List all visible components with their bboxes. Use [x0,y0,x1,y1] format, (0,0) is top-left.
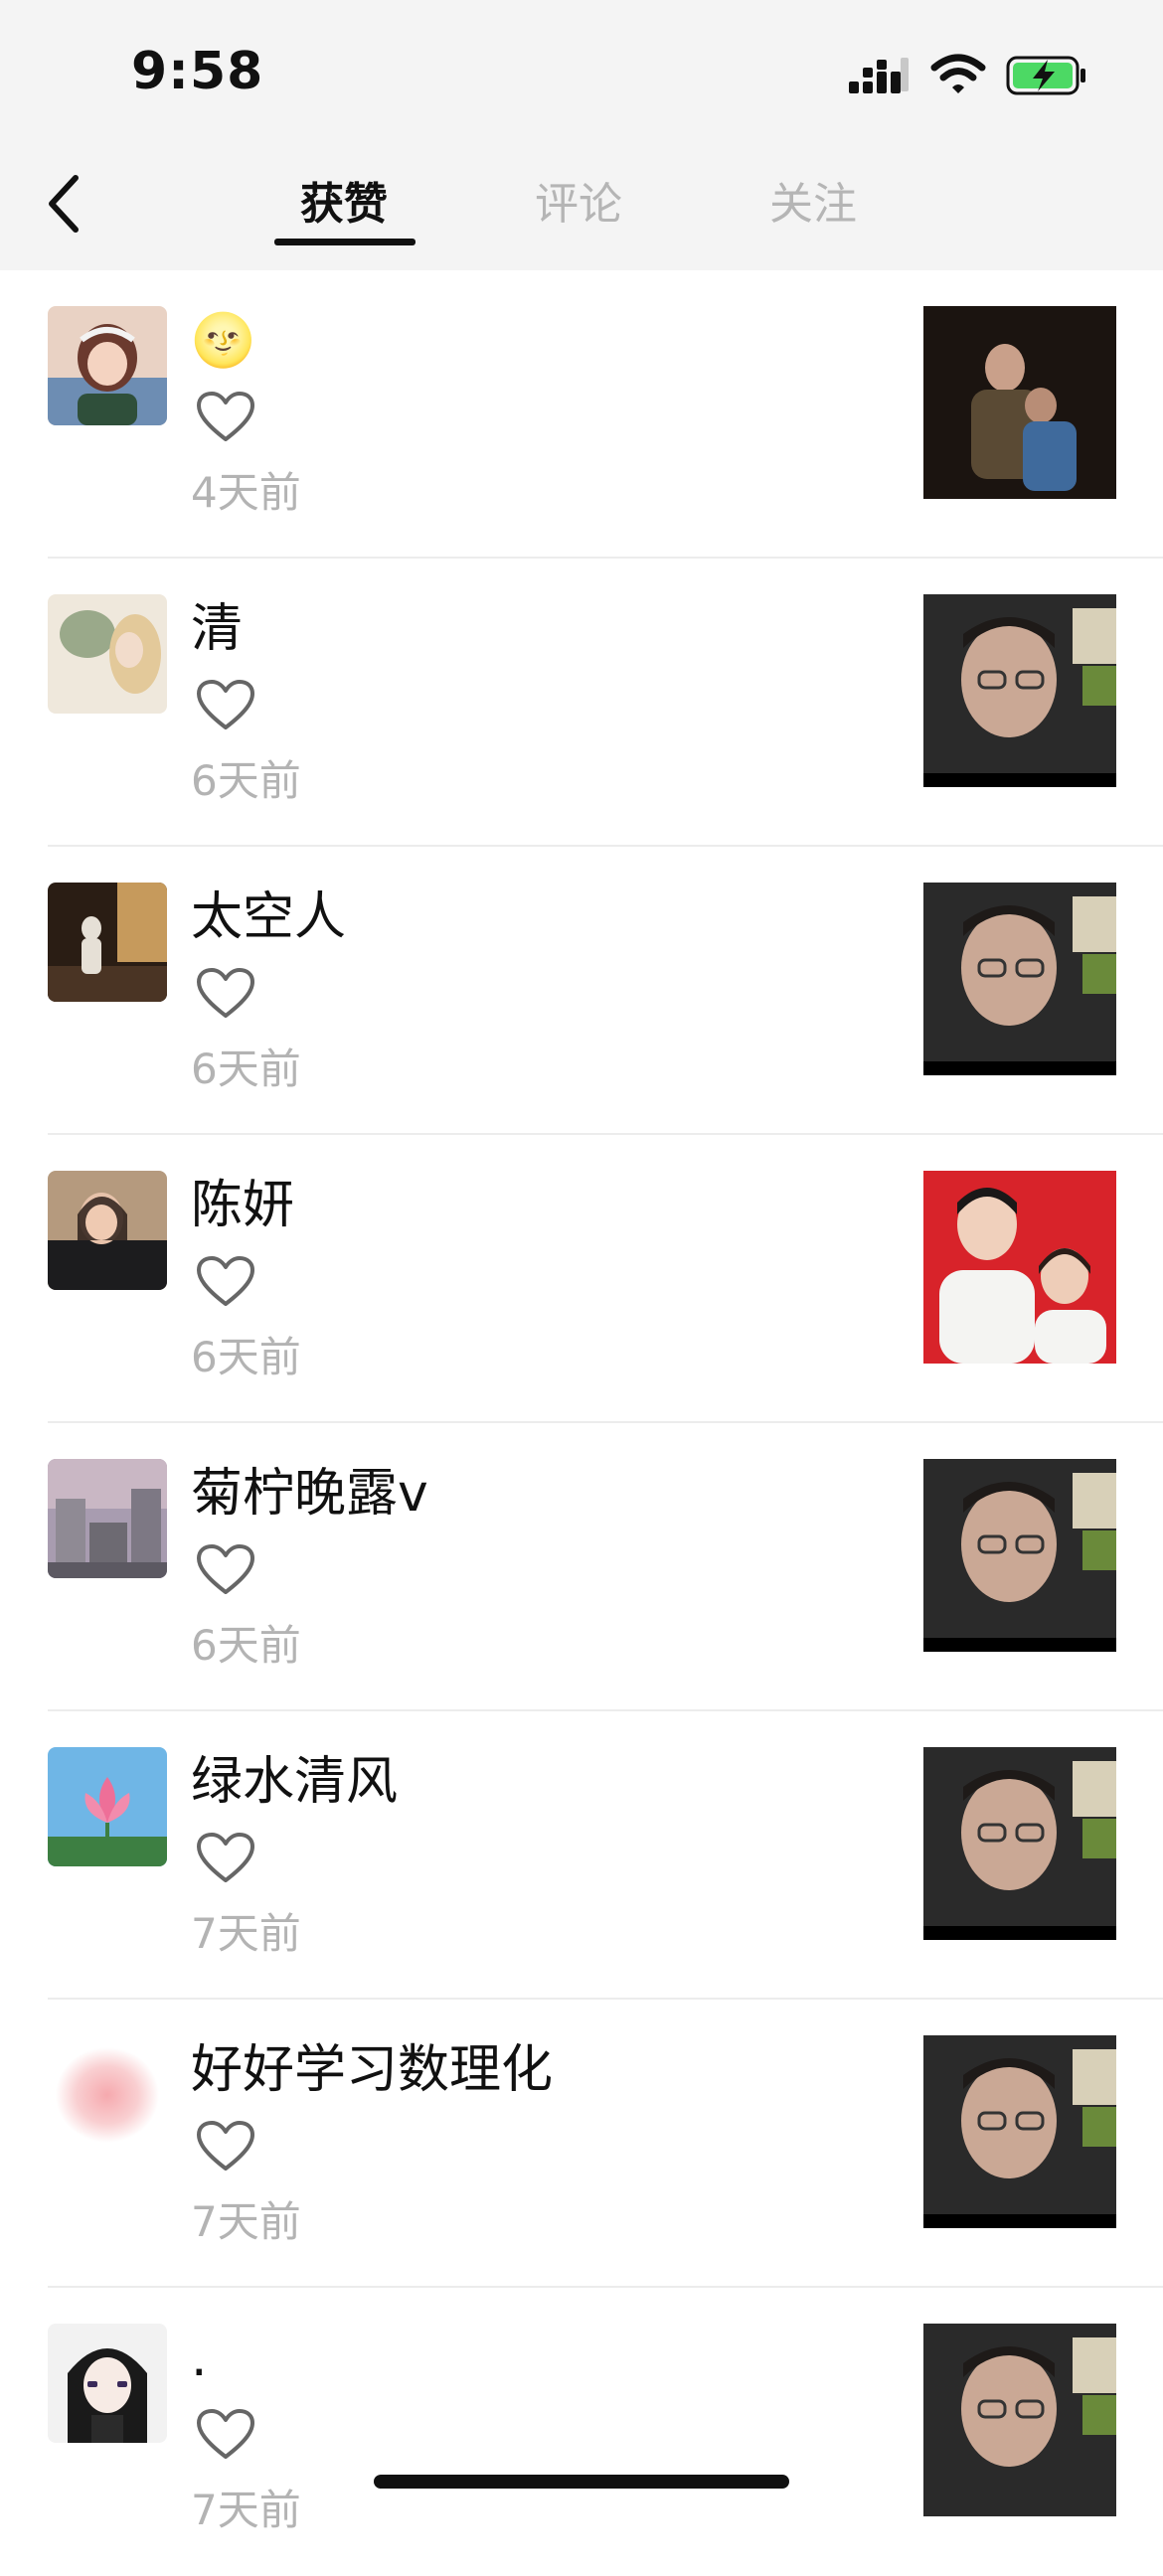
timestamp: 7天前 [191,1909,301,1958]
list-item[interactable]: 太空人 6天前 [0,847,1163,1135]
active-tab-indicator [274,239,415,245]
heart-outline-icon [197,1544,254,1594]
avatar[interactable] [48,1747,167,1866]
list-item[interactable]: 绿水清风 7天前 [0,1711,1163,2000]
list-item[interactable]: 陈妍 6天前 [0,1135,1163,1423]
chevron-left-icon[interactable] [40,164,99,243]
post-thumbnail[interactable] [923,1171,1116,1364]
timestamp: 6天前 [191,1621,301,1670]
timestamp: 7天前 [191,2197,301,2246]
user-name[interactable]: 陈妍 [191,1171,294,1240]
avatar[interactable] [48,1171,167,1290]
timestamp: 7天前 [191,2486,301,2534]
list-item[interactable]: 清 6天前 [0,559,1163,847]
home-indicator[interactable] [374,2475,789,2489]
avatar[interactable] [48,1459,167,1578]
tab-likes[interactable]: 获赞 [300,175,388,235]
tab-comments[interactable]: 评论 [535,175,622,235]
avatar[interactable] [48,883,167,1002]
user-name[interactable]: 🌝 [191,306,255,376]
avatar[interactable] [48,2035,167,2155]
post-thumbnail[interactable] [923,2324,1116,2516]
notification-list: 🌝 4天前 清 6天前 太空人 6天前 陈妍 6天前 菊柠晚露v 6天前 绿水清… [0,270,1163,2576]
heart-outline-icon [197,2409,254,2459]
post-thumbnail[interactable] [923,306,1116,499]
timestamp: 6天前 [191,1333,301,1381]
user-name[interactable]: 绿水清风 [191,1747,398,1817]
timestamp: 6天前 [191,756,301,805]
post-thumbnail[interactable] [923,594,1116,787]
status-time: 9:58 [131,42,264,101]
list-item[interactable]: 菊柠晚露v 6天前 [0,1423,1163,1711]
heart-outline-icon [197,392,254,441]
heart-outline-icon [197,968,254,1018]
heart-outline-icon [197,680,254,729]
post-thumbnail[interactable] [923,1747,1116,1940]
avatar[interactable] [48,306,167,425]
list-item[interactable]: . 7天前 [0,2288,1163,2576]
tab-follows[interactable]: 关注 [769,175,857,235]
timestamp: 6天前 [191,1045,301,1093]
user-name[interactable]: 清 [191,594,243,664]
user-name[interactable]: . [191,2324,208,2393]
post-thumbnail[interactable] [923,1459,1116,1652]
heart-outline-icon [197,2121,254,2171]
user-name[interactable]: 太空人 [191,883,346,952]
battery-charging-icon [1006,56,1085,95]
header: 9:58 获赞 评论 关注 [0,0,1163,270]
avatar[interactable] [48,594,167,714]
user-name[interactable]: 菊柠晚露v [191,1459,428,1529]
wifi-icon [930,54,986,93]
avatar[interactable] [48,2324,167,2443]
list-item[interactable]: 🌝 4天前 [0,270,1163,559]
heart-outline-icon [197,1256,254,1306]
post-thumbnail[interactable] [923,883,1116,1075]
heart-outline-icon [197,1833,254,1882]
cellular-signal-icon [849,58,909,93]
list-item[interactable]: 好好学习数理化 7天前 [0,2000,1163,2288]
post-thumbnail[interactable] [923,2035,1116,2228]
timestamp: 4天前 [191,468,301,517]
user-name[interactable]: 好好学习数理化 [191,2035,553,2105]
